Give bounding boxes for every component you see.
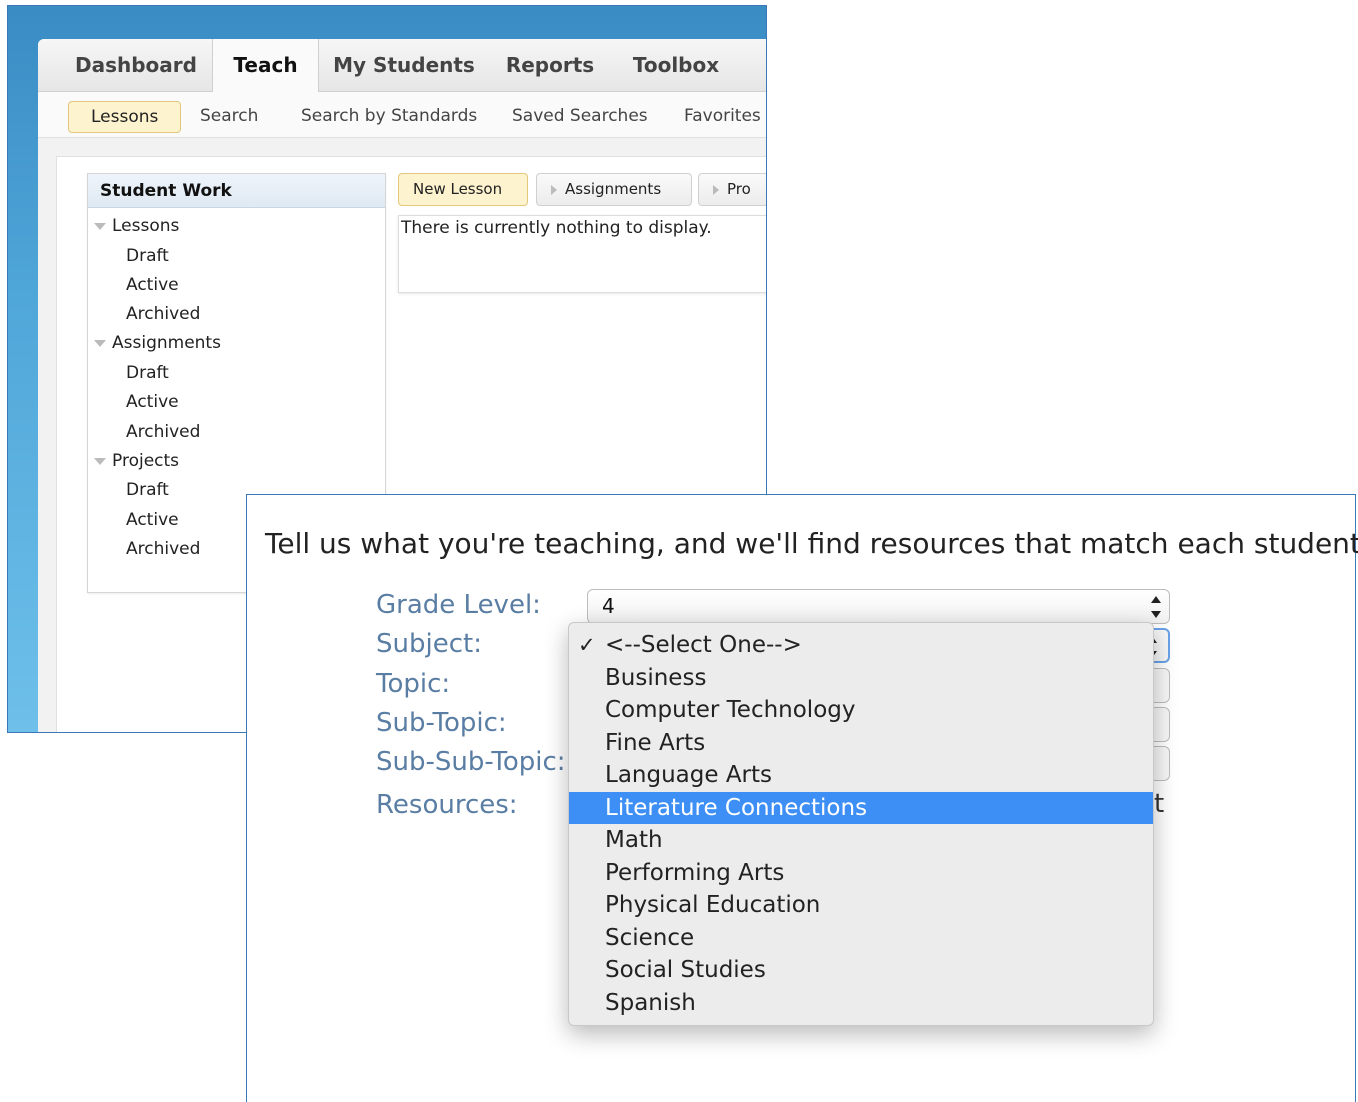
checkmark-icon: ✓: [578, 633, 596, 657]
subject-option-computer-technology[interactable]: Computer Technology: [569, 694, 1153, 727]
tree-item-lessons-archived[interactable]: Archived: [126, 304, 200, 324]
tree-item-assignments-draft[interactable]: Draft: [126, 363, 169, 383]
grade-level-label: Grade Level:: [376, 590, 541, 620]
subtab-search-by-standards[interactable]: Search by Standards: [301, 101, 477, 133]
sidebar-title: Student Work: [88, 174, 385, 208]
subject-option-fine-arts[interactable]: Fine Arts: [569, 727, 1153, 760]
tab-dashboard[interactable]: Dashboard: [62, 39, 210, 92]
sub-topic-label: Sub-Topic:: [376, 708, 507, 738]
sub-tab-bar: Lessons Search Search by Standards Saved…: [38, 92, 766, 138]
assignments-button[interactable]: Assignments: [536, 173, 692, 206]
subtab-lessons[interactable]: Lessons: [68, 101, 182, 133]
tree-group-projects[interactable]: Projects: [94, 451, 179, 471]
resource-finder-window: Tell us what you're teaching, and we'll …: [246, 494, 1358, 1102]
resources-label: Resources:: [376, 790, 518, 820]
subject-option-science[interactable]: Science: [569, 922, 1153, 955]
subject-option-social-studies[interactable]: Social Studies: [569, 954, 1153, 987]
subtab-search[interactable]: Search: [200, 101, 258, 133]
tab-toolbox[interactable]: Toolbox: [624, 39, 728, 92]
play-arrow-icon: [551, 184, 557, 195]
subject-option-select-one[interactable]: ✓ <--Select One-->: [569, 629, 1153, 662]
empty-state-message: There is currently nothing to display.: [398, 215, 766, 293]
grade-level-value: 4: [602, 594, 615, 618]
finder-intro-text: Tell us what you're teaching, and we'll …: [265, 527, 1358, 560]
main-tab-bar: Dashboard Teach My Students Reports Tool…: [38, 39, 766, 93]
grade-level-select[interactable]: 4: [587, 589, 1170, 624]
projects-button[interactable]: Pro: [698, 173, 766, 206]
topic-label: Topic:: [376, 669, 451, 699]
tree-group-label: Assignments: [112, 333, 221, 353]
option-label: <--Select One-->: [605, 632, 802, 658]
assignments-button-label: Assignments: [565, 180, 662, 198]
sub-sub-topic-label: Sub-Sub-Topic:: [376, 747, 566, 777]
tree-group-label: Projects: [112, 451, 180, 471]
tab-my-students[interactable]: My Students: [328, 39, 480, 92]
tree-group-assignments[interactable]: Assignments: [94, 333, 221, 353]
tree-item-projects-archived[interactable]: Archived: [126, 539, 200, 559]
tab-reports[interactable]: Reports: [500, 39, 600, 92]
tree-group-label: Lessons: [112, 216, 180, 236]
subject-dropdown-menu: ✓ <--Select One--> Business Computer Tech…: [568, 622, 1154, 1026]
new-lesson-button[interactable]: New Lesson: [398, 173, 528, 206]
subject-option-business[interactable]: Business: [569, 662, 1153, 695]
tree-item-lessons-active[interactable]: Active: [126, 275, 179, 295]
tab-teach[interactable]: Teach: [212, 39, 319, 93]
tree-item-projects-draft[interactable]: Draft: [126, 480, 169, 500]
play-arrow-icon: [713, 184, 719, 195]
tree-item-assignments-archived[interactable]: Archived: [126, 422, 200, 442]
subject-option-spanish[interactable]: Spanish: [569, 987, 1153, 1020]
expand-triangle-icon[interactable]: [94, 222, 106, 230]
projects-button-label: Pro: [727, 180, 751, 198]
tree-item-lessons-draft[interactable]: Draft: [126, 246, 169, 266]
tree-group-lessons[interactable]: Lessons: [94, 216, 179, 236]
expand-triangle-icon[interactable]: [94, 457, 106, 465]
subject-label: Subject:: [376, 629, 482, 659]
tree-item-assignments-active[interactable]: Active: [126, 392, 179, 412]
select-arrows-icon: [1151, 596, 1161, 618]
subject-option-math[interactable]: Math: [569, 824, 1153, 857]
tree-item-projects-active[interactable]: Active: [126, 510, 179, 530]
expand-triangle-icon[interactable]: [94, 339, 106, 347]
subject-option-physical-education[interactable]: Physical Education: [569, 889, 1153, 922]
subject-option-performing-arts[interactable]: Performing Arts: [569, 857, 1153, 890]
resources-trailing-text: t: [1154, 789, 1165, 819]
subject-option-language-arts[interactable]: Language Arts: [569, 759, 1153, 792]
subtab-saved-searches[interactable]: Saved Searches: [512, 101, 648, 133]
subtab-favorites[interactable]: Favorites: [684, 101, 761, 133]
subject-option-literature-connections[interactable]: Literature Connections: [569, 791, 1153, 824]
